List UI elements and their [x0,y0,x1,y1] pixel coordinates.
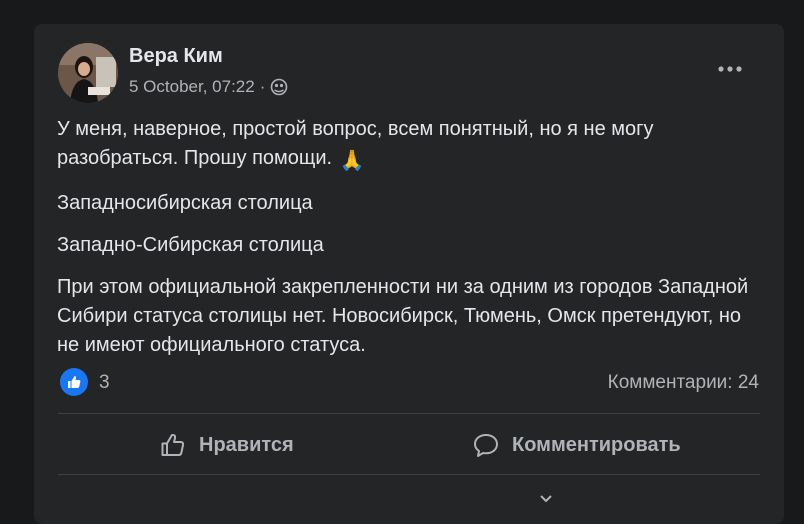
like-button-label: Нравится [199,433,294,456]
praying-hands-emoji: 🙏 [339,150,365,172]
comments-count[interactable]: Комментарии: 24 [608,372,759,394]
author-avatar[interactable] [58,43,118,103]
divider [58,413,760,414]
post-card: Вера Ким 5 October, 07:22 · У меня, наве… [34,24,784,524]
post-body: У меня, наверное, простой вопрос, всем п… [57,115,767,360]
post-timestamp[interactable]: 5 October, 07:22 [129,77,255,97]
post-paragraph: Западно-Сибирская столица [57,234,324,256]
chevron-down-icon[interactable] [539,492,553,503]
post-paragraph: У меня, наверное, простой вопрос, всем п… [57,115,767,176]
meta-separator: · [259,77,266,96]
comment-button-label: Комментировать [512,433,681,456]
divider [58,474,760,475]
like-button[interactable]: Нравится [159,426,294,464]
post-paragraph: Западносибирская столица [57,192,313,214]
like-count[interactable]: 3 [99,372,110,394]
comment-button[interactable]: Комментировать [472,426,681,464]
author-name[interactable]: Вера Ким [129,45,223,68]
thumbs-up-icon [161,433,185,456]
post-meta: 5 October, 07:22 · [129,77,288,97]
like-reaction-icon[interactable] [60,368,88,396]
post-paragraph: При этом официальной закрепленности ни з… [57,276,749,356]
more-options-icon[interactable] [714,55,746,83]
avatar-photo [58,43,118,103]
public-globe-icon[interactable] [270,78,288,96]
comment-bubble-icon [474,434,498,457]
